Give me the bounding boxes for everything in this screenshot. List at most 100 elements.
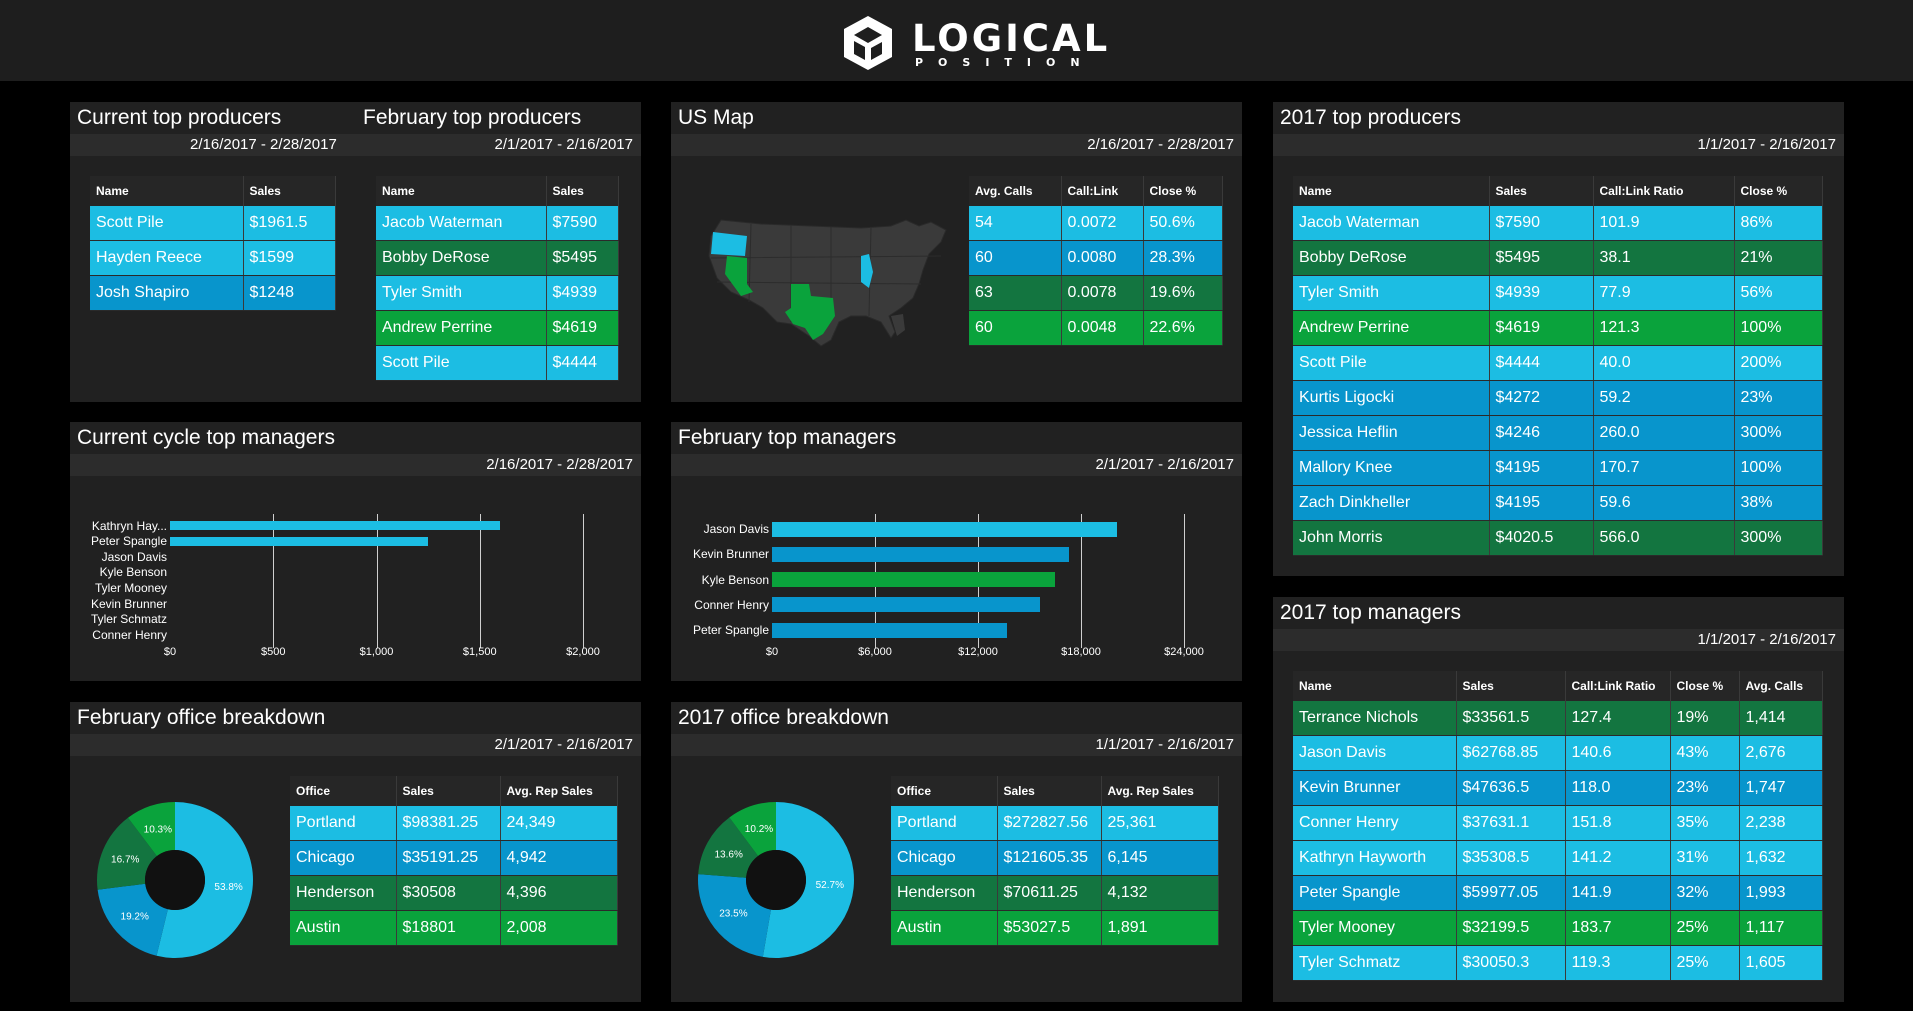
gridline <box>479 514 481 648</box>
table-cell: 1,117 <box>1739 910 1823 946</box>
table-cell: 54 <box>969 206 1062 241</box>
table-cell: 101.9 <box>1593 206 1735 241</box>
feb-office-table: Office Sales Avg. Rep Sales Portland $98381.… <box>290 776 618 946</box>
managers-2017-panel: 2017 top managers 1/1/2017 - 2/16/2017 N… <box>1273 597 1844 1002</box>
column-header: Call:Link <box>1061 176 1144 206</box>
table-row: Hayden Reece $1599 <box>90 240 336 276</box>
table-cell: John Morris <box>1293 520 1490 556</box>
table-cell: 2,238 <box>1739 805 1823 841</box>
office-2017-title: 2017 office breakdown <box>678 706 889 729</box>
top-header: LOGICAL POSITION <box>0 0 1913 81</box>
table-cell: 121.3 <box>1593 310 1735 346</box>
category-label: Tyler Mooney <box>94 580 167 595</box>
logo-wordmark: LOGICAL <box>912 17 1111 60</box>
table-header-row: Office Sales Avg. Rep Sales <box>290 776 618 806</box>
x-tick-label: $2,000 <box>566 646 600 658</box>
donut-slice-label: 23.5% <box>719 909 747 920</box>
table-cell: $4272 <box>1489 380 1594 416</box>
table-row: Portland $272827.56 25,361 <box>891 806 1219 841</box>
table-cell: 1,414 <box>1739 701 1823 736</box>
table-cell: 1,891 <box>1101 910 1219 946</box>
table-cell: Kurtis Ligocki <box>1293 380 1490 416</box>
table-cell: $35191.25 <box>396 840 501 876</box>
table-row: Jacob Waterman $7590 101.9 86% <box>1293 206 1823 241</box>
table-cell: Jacob Waterman <box>1293 206 1490 241</box>
table-cell: Scott Pile <box>376 345 547 381</box>
table-cell: 141.9 <box>1565 875 1671 911</box>
table-cell: $4020.5 <box>1489 520 1594 556</box>
column-header: Sales <box>243 176 336 206</box>
table-cell: $30508 <box>396 875 501 911</box>
table-header-row: Name Sales <box>90 176 336 206</box>
x-tick-label: $18,000 <box>1061 646 1101 658</box>
column-header: Close % <box>1670 671 1740 701</box>
table-cell: Peter Spangle <box>1293 875 1457 911</box>
table-cell: 2,008 <box>500 910 618 946</box>
table-cell: $4619 <box>1489 310 1594 346</box>
table-cell: 200% <box>1734 345 1823 381</box>
column-header: Avg. Calls <box>1739 671 1823 701</box>
feb-office-title: February office breakdown <box>77 706 326 729</box>
table-cell: 260.0 <box>1593 415 1735 451</box>
category-label: Jason Davis <box>703 522 769 536</box>
table-row: John Morris $4020.5 566.0 300% <box>1293 520 1823 556</box>
february-top-producers-table: Name Sales Jacob Waterman $7590 Bobby DeRose… <box>376 176 619 381</box>
table-row: Kurtis Ligocki $4272 59.2 23% <box>1293 380 1823 416</box>
column-header: Close % <box>1734 176 1823 206</box>
table-row: 63 0.0078 19.6% <box>969 275 1223 311</box>
table-cell: 32% <box>1670 875 1740 911</box>
table-cell: 4,942 <box>500 840 618 876</box>
category-label: Conner Henry <box>694 597 769 612</box>
feb-office-date: 2/1/2017 - 2/16/2017 <box>494 736 633 753</box>
table-cell: Conner Henry <box>1293 805 1457 841</box>
table-cell: Scott Pile <box>1293 345 1490 381</box>
table-cell: Portland <box>290 806 397 841</box>
category-label: Kathryn Hay... <box>91 518 167 533</box>
us-map-date: 2/16/2017 - 2/28/2017 <box>1087 136 1234 153</box>
table-cell: 19% <box>1670 701 1740 736</box>
table-cell: 0.0078 <box>1061 275 1144 311</box>
table-cell: 31% <box>1670 840 1740 876</box>
bar <box>772 622 1008 638</box>
producers-2017-date: 1/1/2017 - 2/16/2017 <box>1697 136 1836 153</box>
column-header: Name <box>1293 671 1457 701</box>
logo-subtitle: POSITION <box>915 56 1095 69</box>
table-cell: $18801 <box>396 910 501 946</box>
table-header-row: Avg. Calls Call:Link Close % <box>969 176 1223 206</box>
table-cell: $98381.25 <box>396 806 501 841</box>
table-row: Jacob Waterman $7590 <box>376 206 619 241</box>
feb-office-panel: February office breakdown 2/1/2017 - 2/1… <box>70 702 641 1002</box>
table-cell: $53027.5 <box>997 910 1102 946</box>
table-cell: Josh Shapiro <box>90 275 244 311</box>
table-cell: 40.0 <box>1593 345 1735 381</box>
producers-2017-panel: 2017 top producers 1/1/2017 - 2/16/2017 … <box>1273 102 1844 576</box>
table-cell: $62768.85 <box>1456 735 1566 771</box>
table-row: Tyler Schmatz $30050.3 119.3 25% 1,605 <box>1293 945 1823 981</box>
category-label: Peter Spangle <box>692 623 769 638</box>
table-cell: Terrance Nichols <box>1293 701 1457 736</box>
table-row: Austin $18801 2,008 <box>290 910 618 946</box>
table-header-row: Name Sales <box>376 176 619 206</box>
producers-panel: Current top producers February top produ… <box>70 102 641 402</box>
table-cell: $4444 <box>1489 345 1594 381</box>
table-header-row: Name Sales Call:Link Ratio Close % <box>1293 176 1823 206</box>
table-cell: 35% <box>1670 805 1740 841</box>
table-cell: Chicago <box>891 840 998 876</box>
table-cell: $37631.1 <box>1456 805 1566 841</box>
table-cell: 23% <box>1670 770 1740 806</box>
table-cell: $4939 <box>1489 275 1594 311</box>
office-2017-donut-chart: 52.7% 23.5% 13.6% 10.2% <box>698 802 854 958</box>
gridline <box>376 514 378 648</box>
table-cell: 183.7 <box>1565 910 1671 946</box>
bar <box>772 521 1118 537</box>
table-cell: Hayden Reece <box>90 240 244 276</box>
donut-slice-label: 10.2% <box>745 824 773 835</box>
cycle-managers-bar-chart: $0 $500 $1,000 $1,500 $2,000 Kathryn Hay... Pe… <box>70 422 641 681</box>
table-cell: Austin <box>290 910 397 946</box>
column-header: Sales <box>546 176 619 206</box>
table-cell: 23% <box>1734 380 1823 416</box>
table-cell: 100% <box>1734 450 1823 486</box>
table-cell: $7590 <box>1489 206 1594 241</box>
table-cell: 6,145 <box>1101 840 1219 876</box>
category-label: Kyle Benson <box>701 572 769 587</box>
